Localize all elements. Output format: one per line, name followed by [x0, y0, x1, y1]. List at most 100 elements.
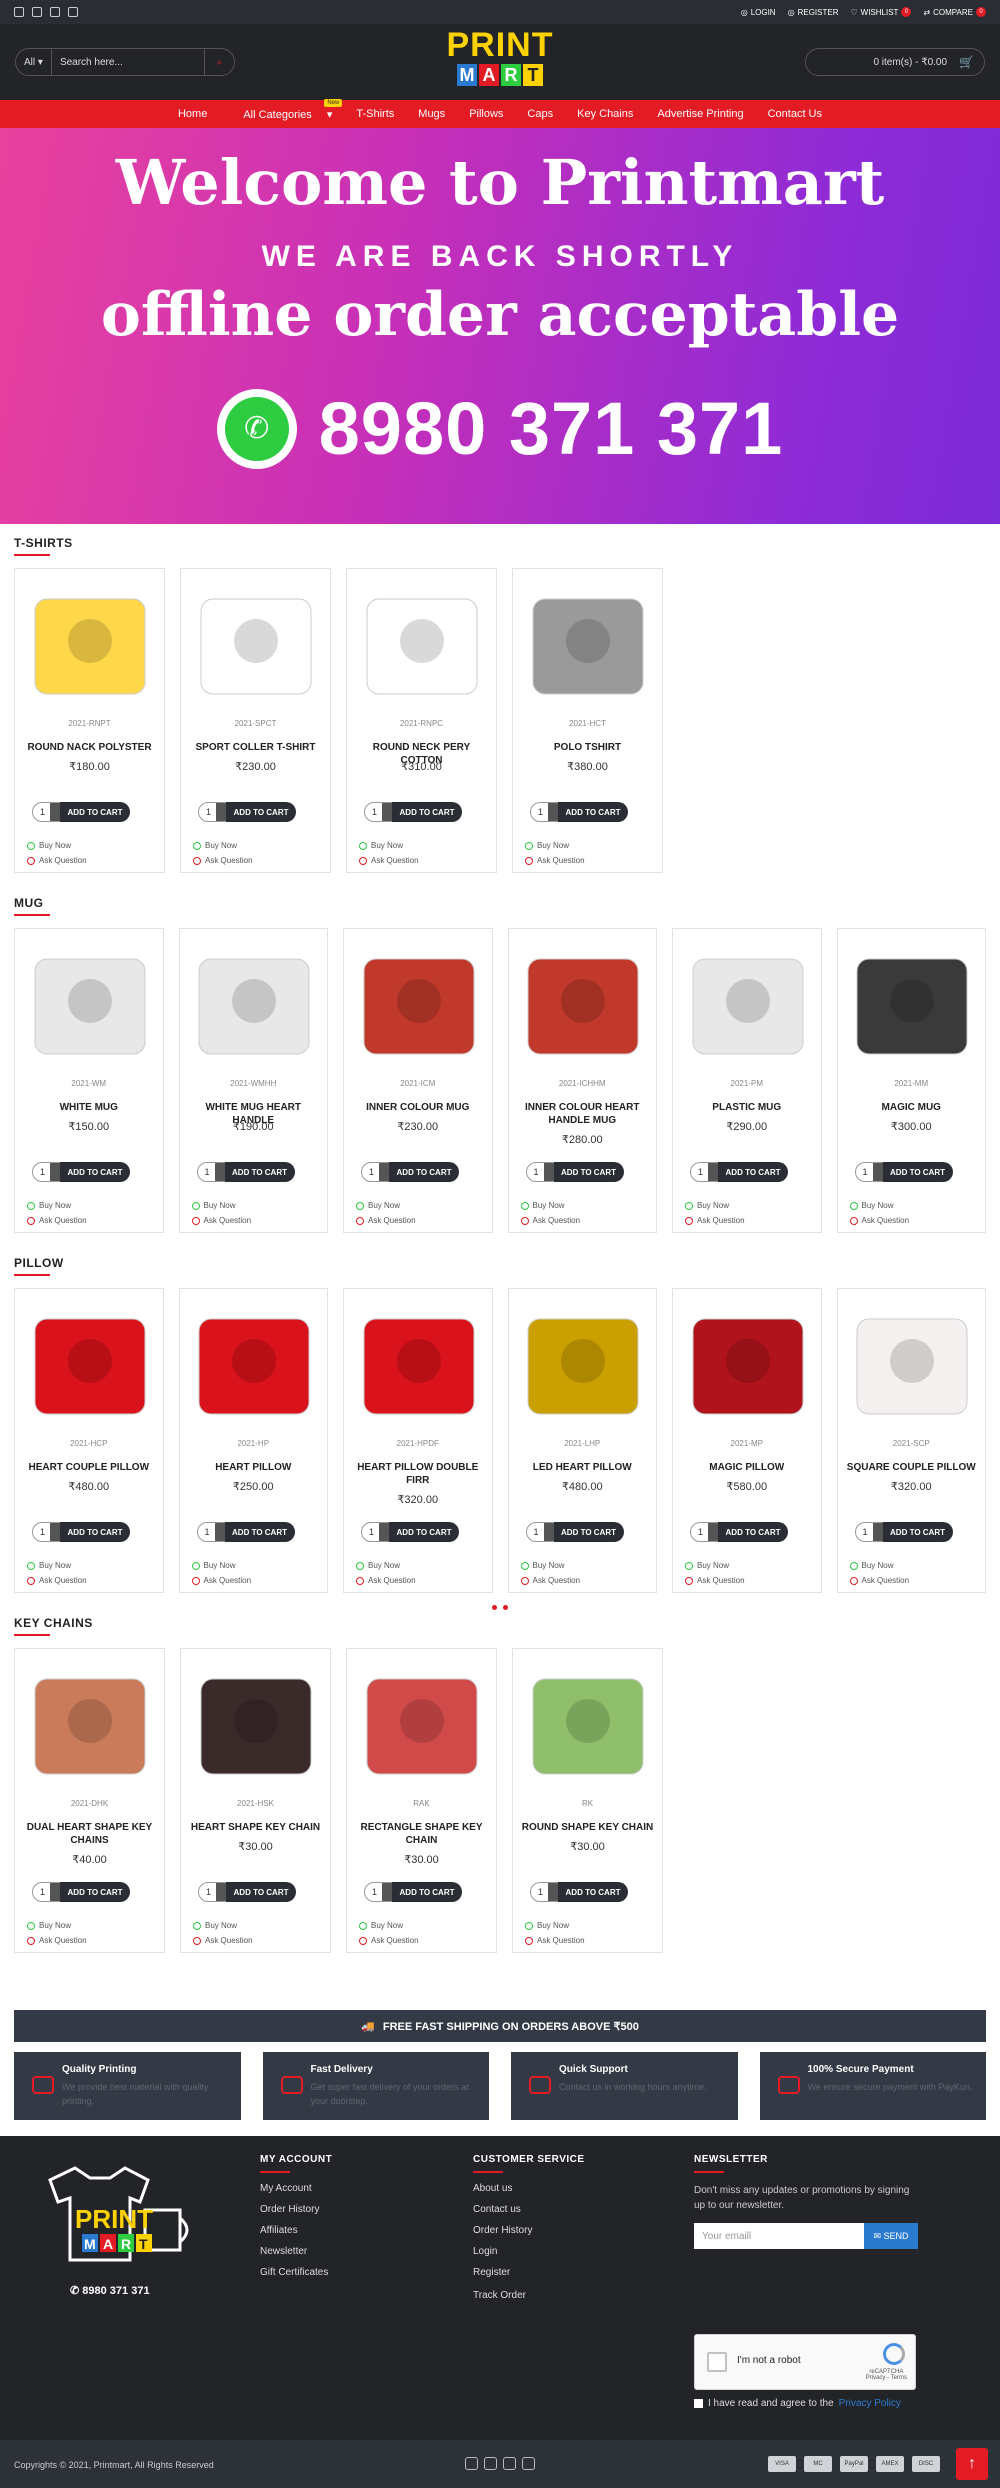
- quantity-input[interactable]: 1: [32, 1882, 61, 1902]
- quantity-input[interactable]: 1: [364, 1882, 393, 1902]
- quantity-input[interactable]: 1: [32, 802, 61, 822]
- ask-question-link[interactable]: Ask Question: [193, 1936, 253, 1945]
- product-image[interactable]: [517, 573, 658, 714]
- quantity-stepper[interactable]: [214, 1523, 225, 1541]
- add-to-cart-button[interactable]: ADD TO CART: [718, 1162, 788, 1182]
- register-link[interactable]: ◎ REGISTER: [788, 8, 839, 17]
- pinterest-icon[interactable]: [68, 7, 78, 17]
- nav-item-advertise-printing[interactable]: Advertise Printing: [645, 108, 755, 120]
- cart-button[interactable]: 0 item(s) - ₹0.00 🛒: [805, 48, 985, 76]
- footer-link[interactable]: Order History: [473, 2225, 585, 2236]
- quantity-stepper[interactable]: [216, 803, 226, 821]
- product-image[interactable]: [348, 1293, 489, 1434]
- nav-item-tshirts[interactable]: T-Shirts: [344, 108, 406, 120]
- add-to-cart-button[interactable]: ADD TO CART: [882, 1522, 953, 1542]
- ask-question-link[interactable]: Ask Question: [520, 1576, 580, 1585]
- footer-link[interactable]: Order History: [260, 2204, 332, 2215]
- buy-now-link[interactable]: Buy Now: [849, 1201, 894, 1210]
- quantity-stepper[interactable]: [379, 1523, 389, 1541]
- product-name[interactable]: HEART SHAPE KEY CHAIN: [189, 1821, 322, 1834]
- ask-question-link[interactable]: Ask Question: [525, 1936, 585, 1945]
- ask-question-link[interactable]: Ask Question: [356, 1216, 416, 1225]
- wishlist-link[interactable]: ♡ WISHLIST 0: [850, 7, 912, 17]
- footer-logo[interactable]: PRINT M A R T: [30, 2150, 200, 2278]
- search-category-select[interactable]: All ▾: [16, 49, 52, 75]
- footer-link[interactable]: Track Order: [473, 2290, 585, 2301]
- buy-now-link[interactable]: Buy Now: [356, 1561, 400, 1570]
- nav-item-contact-us[interactable]: Contact Us: [756, 108, 834, 120]
- quantity-input[interactable]: 1: [525, 1522, 555, 1542]
- ask-question-link[interactable]: Ask Question: [520, 1216, 580, 1225]
- ask-question-link[interactable]: Ask Question: [359, 1936, 419, 1945]
- nav-item-home[interactable]: Home: [166, 108, 219, 120]
- footer-link[interactable]: Login: [473, 2246, 585, 2257]
- add-to-cart-button[interactable]: ADD TO CART: [553, 1522, 624, 1542]
- ask-question-link[interactable]: Ask Question: [849, 1216, 909, 1225]
- add-to-cart-button[interactable]: ADD TO CART: [389, 1522, 459, 1542]
- add-to-cart-button[interactable]: ADD TO CART: [389, 1162, 459, 1182]
- product-image[interactable]: [19, 1293, 160, 1434]
- product-name[interactable]: MAGIC PILLOW: [681, 1461, 813, 1474]
- product-name[interactable]: HEART COUPLE PILLOW: [23, 1461, 155, 1474]
- buy-now-link[interactable]: Buy Now: [525, 1921, 569, 1930]
- quantity-input[interactable]: 1: [198, 1882, 227, 1902]
- product-image[interactable]: [19, 1653, 160, 1794]
- quantity-stepper[interactable]: [872, 1163, 883, 1181]
- product-image[interactable]: [184, 933, 325, 1074]
- add-to-cart-button[interactable]: ADD TO CART: [718, 1522, 788, 1542]
- quantity-input[interactable]: 1: [361, 1522, 390, 1542]
- buy-now-link[interactable]: Buy Now: [193, 1921, 237, 1930]
- buy-now-link[interactable]: Buy Now: [520, 1201, 565, 1210]
- add-to-cart-button[interactable]: ADD TO CART: [60, 1522, 130, 1542]
- product-name[interactable]: WHITE MUG: [23, 1101, 155, 1114]
- scroll-to-top-button[interactable]: ↑: [956, 2448, 988, 2480]
- buy-now-link[interactable]: Buy Now: [191, 1201, 236, 1210]
- ask-question-link[interactable]: Ask Question: [27, 1576, 87, 1585]
- site-logo[interactable]: PRINT M A R T: [443, 28, 557, 96]
- product-name[interactable]: POLO TSHIRT: [521, 741, 654, 754]
- ask-question-link[interactable]: Ask Question: [525, 856, 585, 865]
- add-to-cart-button[interactable]: ADD TO CART: [224, 1162, 295, 1182]
- buy-now-link[interactable]: Buy Now: [359, 841, 403, 850]
- add-to-cart-button[interactable]: ADD TO CART: [60, 1162, 130, 1182]
- product-name[interactable]: SQUARE COUPLE PILLOW: [846, 1461, 978, 1474]
- buy-now-link[interactable]: Buy Now: [27, 841, 71, 850]
- product-name[interactable]: INNER COLOUR HEART HANDLE MUG: [517, 1101, 649, 1127]
- quantity-stepper[interactable]: [379, 1163, 389, 1181]
- quantity-stepper[interactable]: [50, 803, 60, 821]
- product-name[interactable]: ROUND NACK POLYSTER: [23, 741, 156, 754]
- product-image[interactable]: [351, 573, 492, 714]
- product-image[interactable]: [19, 573, 160, 714]
- ask-question-link[interactable]: Ask Question: [359, 856, 419, 865]
- footer-link[interactable]: Affiliates: [260, 2225, 332, 2236]
- product-image[interactable]: [19, 933, 160, 1074]
- footer-link[interactable]: Contact us: [473, 2204, 585, 2215]
- quantity-input[interactable]: 1: [690, 1522, 719, 1542]
- quantity-stepper[interactable]: [50, 1883, 60, 1901]
- add-to-cart-button[interactable]: ADD TO CART: [558, 1882, 628, 1902]
- carousel-dot[interactable]: [492, 1605, 497, 1610]
- footer-link[interactable]: Gift Certificates: [260, 2267, 332, 2278]
- facebook-icon[interactable]: [503, 2457, 516, 2470]
- instagram-icon[interactable]: [14, 7, 24, 17]
- quantity-stepper[interactable]: [216, 1883, 226, 1901]
- nav-item-pillows[interactable]: Pillows: [457, 108, 515, 120]
- ask-question-link[interactable]: Ask Question: [191, 1216, 251, 1225]
- quantity-input[interactable]: 1: [32, 1522, 61, 1542]
- pinterest-icon[interactable]: [522, 2457, 535, 2470]
- quantity-input[interactable]: 1: [32, 1162, 61, 1182]
- recaptcha-links[interactable]: Privacy - Terms: [866, 2375, 907, 2381]
- product-image[interactable]: [185, 573, 326, 714]
- ask-question-link[interactable]: Ask Question: [27, 856, 87, 865]
- ask-question-link[interactable]: Ask Question: [685, 1576, 745, 1585]
- quantity-stepper[interactable]: [382, 803, 392, 821]
- add-to-cart-button[interactable]: ADD TO CART: [226, 802, 296, 822]
- newsletter-send-button[interactable]: ✉ SEND: [864, 2223, 918, 2249]
- product-image[interactable]: [517, 1653, 658, 1794]
- footer-phone[interactable]: ✆ 8980 371 371: [70, 2284, 150, 2297]
- quantity-input[interactable]: 1: [196, 1522, 226, 1542]
- product-image[interactable]: [513, 1293, 654, 1434]
- buy-now-link[interactable]: Buy Now: [525, 841, 569, 850]
- footer-link[interactable]: My Account: [260, 2183, 332, 2194]
- twitter-icon[interactable]: [32, 7, 42, 17]
